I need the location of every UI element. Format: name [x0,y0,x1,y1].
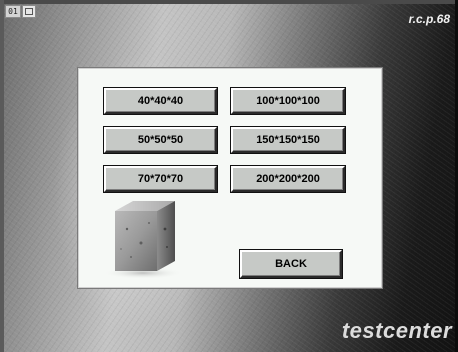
size-button-label: 100*100*100 [256,95,320,107]
size-button-70[interactable]: 70*70*70 [104,166,217,192]
back-button-label: BACK [275,258,307,270]
screen-number-badge: 01 [5,5,21,18]
size-button-label: 70*70*70 [137,173,184,185]
window-icon [22,5,36,18]
size-button-200[interactable]: 200*200*200 [231,166,345,192]
size-button-label: 50*50*50 [137,134,184,146]
specimen-size-panel: 40*40*40 100*100*100 50*50*50 150*150*15… [78,68,382,288]
size-button-label: 150*150*150 [256,134,320,146]
size-button-50[interactable]: 50*50*50 [104,127,217,153]
back-button[interactable]: BACK [240,250,342,278]
brand-code-label: r.c.p.68 [408,12,450,26]
size-button-label: 40*40*40 [137,95,184,107]
size-button-label: 200*200*200 [256,173,320,185]
concrete-cube-image [101,199,185,279]
size-button-150[interactable]: 150*150*150 [231,127,345,153]
frame-top-border [0,0,458,4]
frame-left-border [0,0,4,352]
size-button-100[interactable]: 100*100*100 [231,88,345,114]
size-button-40[interactable]: 40*40*40 [104,88,217,114]
brand-name-logo: testcenter [341,318,452,343]
